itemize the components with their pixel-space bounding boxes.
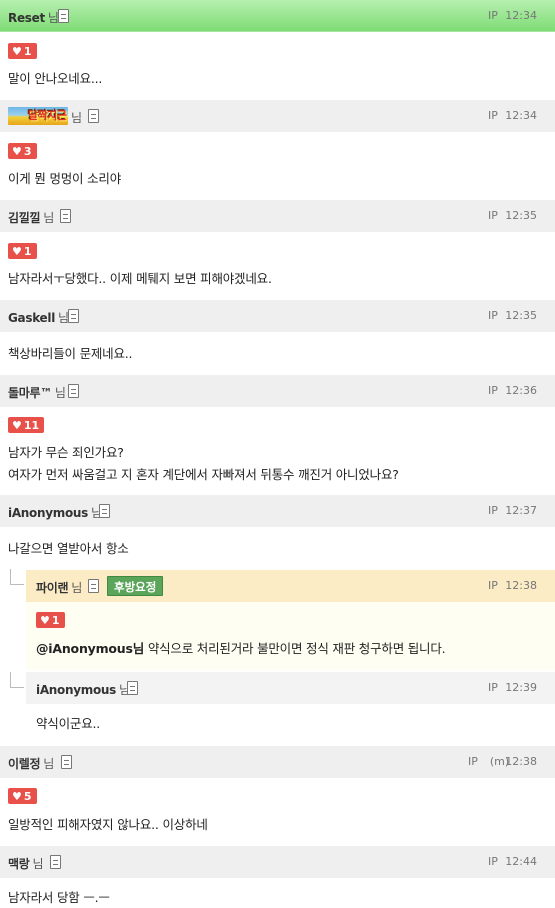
document-icon[interactable] [88, 109, 99, 123]
comment-text: @iAnonymous님 약식으로 처리된거라 불만이면 정식 재판 청구하면 … [36, 641, 446, 656]
comment-header: 김낄낄 님 IP 12:35 [0, 200, 555, 232]
document-icon[interactable] [127, 681, 138, 695]
author-name[interactable]: 김낄낄 님 [8, 209, 54, 226]
user-tag: 후방요정 [107, 576, 164, 596]
author-name[interactable]: 이렐정 님 [8, 755, 54, 772]
document-icon[interactable] [58, 9, 69, 23]
comment-text: 말이 안나오네요... [8, 71, 103, 86]
comment: Reset 님 IP 12:34 ♥ 1 말이 안나오네요... [0, 0, 555, 100]
comment-text: 일방적인 피해자였지 않나요.. 이상하네 [8, 817, 208, 832]
ip-label: IP [488, 504, 498, 517]
timestamp: 12:37 [505, 504, 537, 517]
comment: 돌마루™ 님 IP 12:36 ♥ 11 남자가 무슨 죄인가요? 여자가 먼저 싸… [0, 375, 555, 495]
ip-label: IP [488, 681, 498, 694]
document-icon[interactable] [88, 579, 99, 593]
comment-header: 맥랑 님 IP 12:44 [0, 846, 555, 878]
reply-comment: 파이랜 님 후방요정 IP 12:38 ♥ 1 @iAnonymous님 약식으로 … [0, 570, 555, 670]
timestamp: 12:38 [505, 579, 537, 592]
document-icon[interactable] [61, 755, 72, 769]
comment-header: 달짝지근 님 IP 12:34 [0, 100, 555, 132]
timestamp: 12:38 [505, 755, 537, 768]
author-name[interactable]: Gaskell 님 [8, 309, 69, 326]
like-badge[interactable]: ♥ 5 [8, 788, 37, 804]
comment-header: Gaskell 님 IP 12:35 [0, 300, 555, 332]
comment-header: iAnonymous 님 IP 12:39 [26, 672, 555, 704]
comment-text-line2: 여자가 먼저 싸움걸고 지 혼자 계단에서 자빠져서 뒤통수 깨진거 아니었나요… [8, 467, 399, 482]
comment-header: iAnonymous 님 IP 12:37 [0, 495, 555, 527]
comment: 이렐정 님 IP (m) 12:38 ♥ 5 일방적인 피해자였지 않나요.. 이상하… [0, 746, 555, 846]
author-name[interactable]: 파이랜 님 [36, 579, 82, 596]
document-icon[interactable] [60, 209, 71, 223]
ip-label: IP [488, 309, 498, 322]
timestamp: 12:35 [505, 209, 537, 222]
comment-text: 나갈으면 열받아서 항소 [8, 541, 129, 556]
timestamp: 12:36 [505, 384, 537, 397]
ip-label: IP [488, 109, 498, 122]
comment-header: 돌마루™ 님 IP 12:36 [0, 375, 555, 407]
timestamp: 12:39 [505, 681, 537, 694]
document-icon[interactable] [50, 855, 61, 869]
comment-header: 파이랜 님 후방요정 IP 12:38 [26, 570, 555, 602]
comment-text: 남자라서 당함 ㅡ.ㅡ [8, 890, 110, 905]
ip-label: IP [488, 384, 498, 397]
ip-label: IP [488, 579, 498, 592]
document-icon[interactable] [99, 504, 110, 518]
heart-icon: ♥ [12, 419, 22, 432]
author-name[interactable]: iAnonymous 님 [8, 504, 102, 521]
like-badge[interactable]: ♥ 1 [36, 612, 65, 628]
like-badge[interactable]: ♥ 3 [8, 143, 37, 159]
comment-text: 남자가 무슨 죄인가요? [8, 445, 124, 460]
author-name[interactable]: 님 [68, 109, 82, 126]
document-icon[interactable] [68, 384, 79, 398]
timestamp: 12:35 [505, 309, 537, 322]
like-badge[interactable]: ♥ 11 [8, 417, 45, 433]
author-name[interactable]: Reset 님 [8, 9, 59, 26]
comment: iAnonymous 님 IP 12:37 나갈으면 열받아서 항소 [0, 495, 555, 570]
heart-icon: ♥ [12, 145, 22, 158]
like-badge[interactable]: ♥ 1 [8, 243, 37, 259]
user-badge-image[interactable]: 달짝지근 [8, 107, 68, 125]
timestamp: 12:34 [505, 109, 537, 122]
comment-text: 이게 뭔 멍멍이 소리야 [8, 171, 122, 186]
author-name[interactable]: iAnonymous 님 [36, 681, 130, 698]
author-name[interactable]: 맥랑 님 [8, 855, 44, 872]
comment: 김낄낄 님 IP 12:35 ♥ 1 남자라서ㅜ당했다.. 이제 메퉤지 보면 피해… [0, 200, 555, 300]
comment: Gaskell 님 IP 12:35 책상바리들이 문제네요.. [0, 300, 555, 375]
ip-label: IP [488, 209, 498, 222]
ip-label: IP [488, 9, 498, 22]
comment: 달짝지근 님 IP 12:34 ♥ 3 이게 뭔 멍멍이 소리야 [0, 100, 555, 200]
comment-text: 책상바리들이 문제네요.. [8, 346, 133, 361]
comment-text: 남자라서ㅜ당했다.. 이제 메퉤지 보면 피해야겠네요. [8, 271, 272, 286]
mention-link[interactable]: @iAnonymous님 [36, 641, 144, 656]
ip-label: IP (m) [468, 755, 510, 768]
reply-comment: iAnonymous 님 IP 12:39 약식이군요.. [0, 672, 555, 746]
comment: 맥랑 님 IP 12:44 남자라서 당함 ㅡ.ㅡ [0, 846, 555, 908]
comment-header: Reset 님 IP 12:34 [0, 0, 555, 32]
like-badge[interactable]: ♥ 1 [8, 43, 37, 59]
heart-icon: ♥ [12, 790, 22, 803]
comment-header: 이렐정 님 IP (m) 12:38 [0, 746, 555, 778]
timestamp: 12:34 [505, 9, 537, 22]
heart-icon: ♥ [40, 614, 50, 627]
author-name[interactable]: 돌마루™ 님 [8, 384, 66, 401]
document-icon[interactable] [68, 309, 79, 323]
comment-text: 약식이군요.. [36, 716, 101, 731]
ip-label: IP [488, 855, 498, 868]
heart-icon: ♥ [12, 245, 22, 258]
heart-icon: ♥ [12, 45, 22, 58]
timestamp: 12:44 [505, 855, 537, 868]
